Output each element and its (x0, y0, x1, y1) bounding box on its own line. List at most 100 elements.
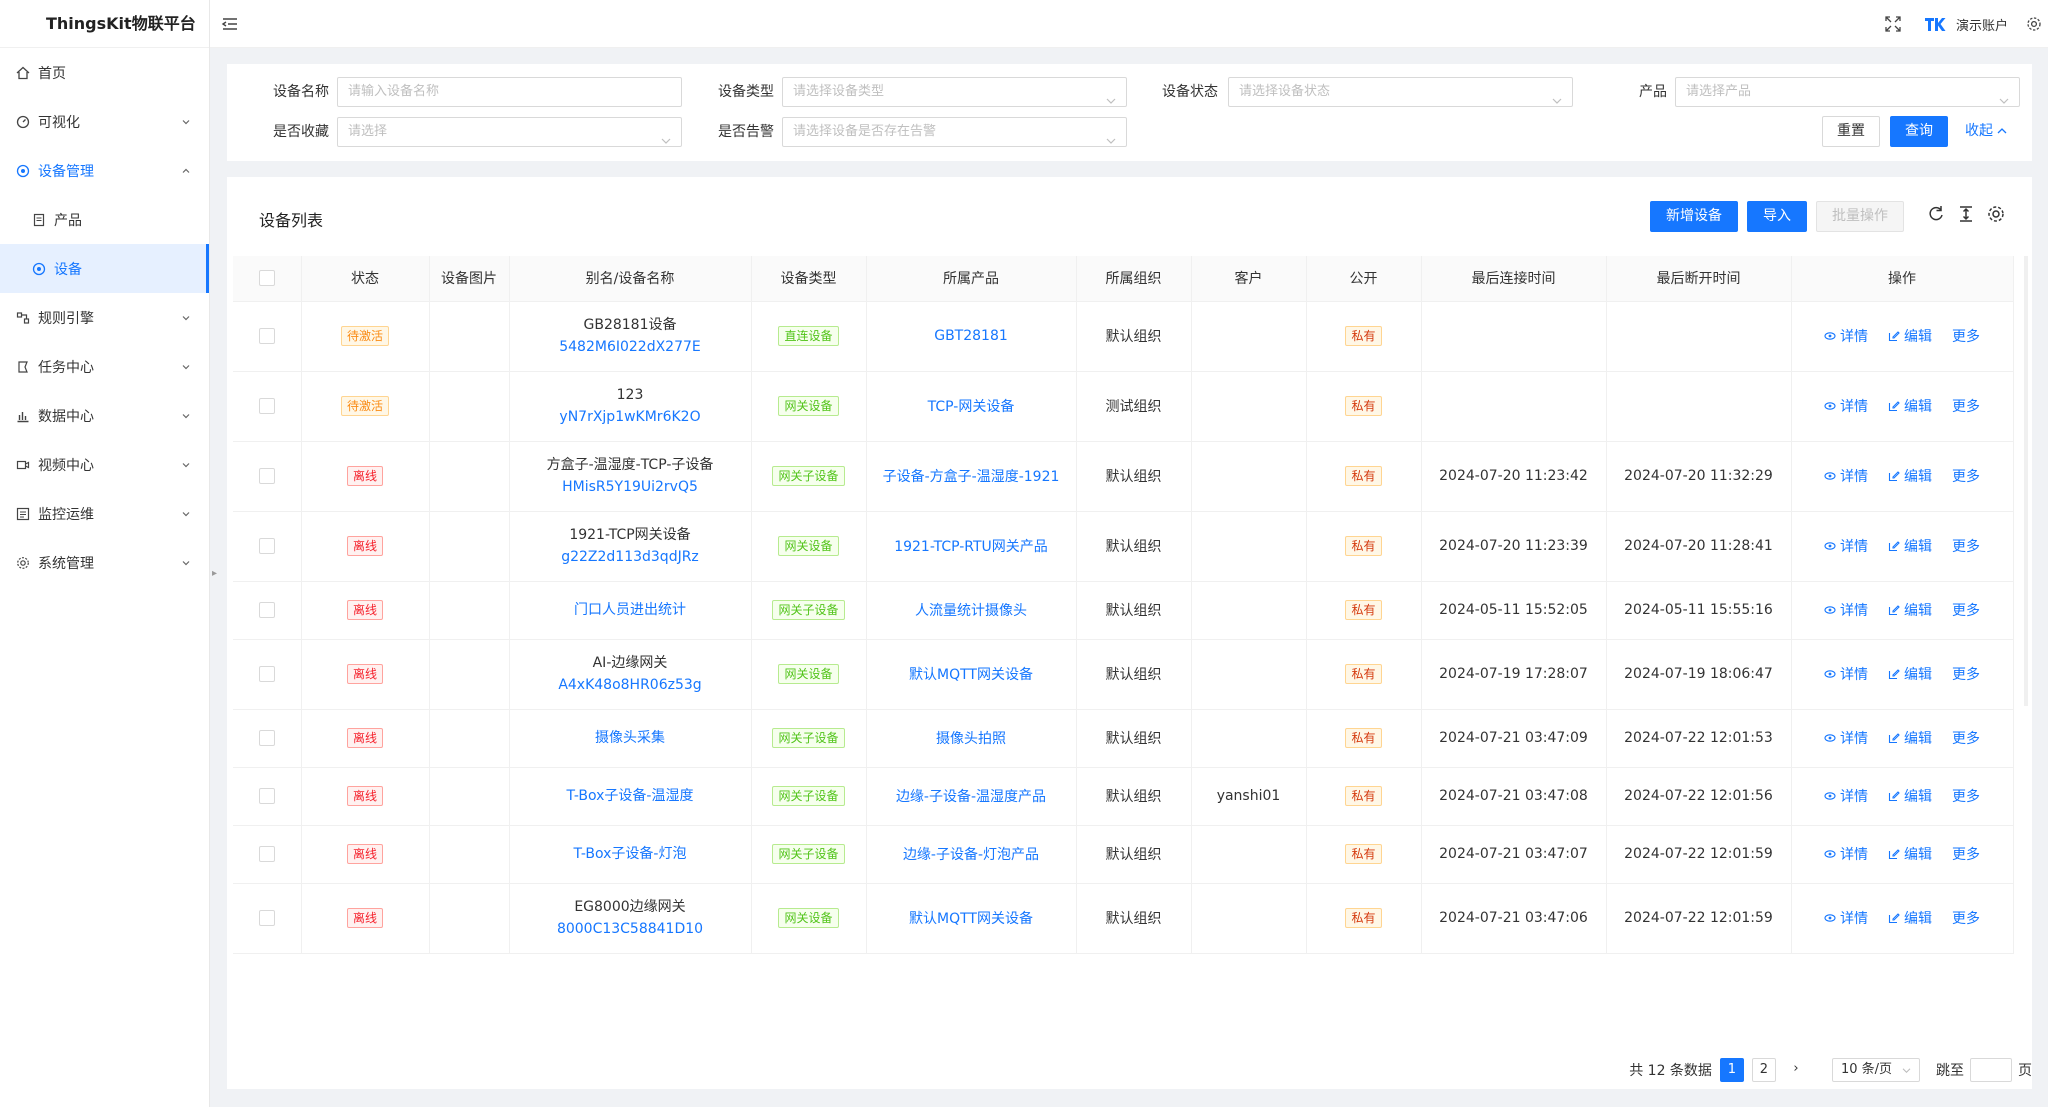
edit-button[interactable]: 编辑 (1888, 536, 1932, 556)
device-name-link[interactable]: T-Box子设备-温湿度 (510, 785, 751, 807)
device-name-link[interactable]: HMisR5Y19Ui2rvQ5 (510, 476, 751, 498)
sidebar-item-monitoring[interactable]: 监控运维 (0, 489, 209, 538)
device-name-link[interactable]: 摄像头采集 (510, 727, 751, 749)
edit-button[interactable]: 编辑 (1888, 396, 1932, 416)
sidebar-item-system-management[interactable]: 系统管理 (0, 538, 209, 587)
public-badge: 私有 (1345, 396, 1382, 416)
refresh-icon[interactable] (1926, 204, 1946, 224)
sidebar-item-product[interactable]: 产品 (0, 195, 209, 244)
row-checkbox[interactable] (258, 602, 275, 618)
sidebar-item-task-center[interactable]: 任务中心 (0, 342, 209, 391)
detail-button[interactable]: 详情 (1824, 664, 1868, 684)
device-name-link[interactable]: g22Z2d113d3qdJRz (510, 546, 751, 568)
product-link[interactable]: 边缘-子设备-温湿度产品 (896, 789, 1046, 805)
product-link[interactable]: 摄像头拍照 (936, 731, 1006, 747)
page-1-button[interactable]: 1 (1719, 1058, 1744, 1082)
edit-button[interactable]: 编辑 (1888, 908, 1932, 928)
fullscreen-icon[interactable] (1884, 15, 1902, 33)
more-button[interactable]: 更多 (1952, 664, 1980, 684)
product-link[interactable]: 人流量统计摄像头 (915, 603, 1027, 619)
detail-button[interactable]: 详情 (1824, 536, 1868, 556)
add-device-button[interactable]: 新增设备 (1650, 201, 1738, 232)
edit-button[interactable]: 编辑 (1888, 664, 1932, 684)
sidebar-item-rule-engine[interactable]: 规则引擎 (0, 293, 209, 342)
detail-button[interactable]: 详情 (1824, 600, 1868, 620)
device-name-link[interactable]: 8000C13C58841D10 (510, 918, 751, 940)
table-scrollbar[interactable] (2024, 256, 2028, 706)
product-link[interactable]: 子设备-方盒子-温湿度-1921 (883, 469, 1060, 485)
collapse-filter-link[interactable]: 收起 (1965, 116, 2007, 147)
device-name-link[interactable]: A4xK48o8HR06z53g (510, 674, 751, 696)
product-select[interactable]: 请选择产品 (1675, 77, 2020, 107)
edit-button[interactable]: 编辑 (1888, 326, 1932, 346)
product-link[interactable]: 1921-TCP-RTU网关产品 (894, 539, 1048, 555)
user-menu[interactable]: 演示账户 (1924, 15, 2008, 34)
row-checkbox[interactable] (258, 398, 275, 414)
query-button[interactable]: 查询 (1890, 116, 1948, 147)
row-checkbox[interactable] (258, 666, 275, 682)
row-checkbox[interactable] (258, 846, 275, 862)
device-status-select[interactable]: 请选择设备状态 (1228, 77, 1573, 107)
more-button[interactable]: 更多 (1952, 536, 1980, 556)
batch-operation-button[interactable]: 批量操作 (1816, 201, 1904, 232)
edit-button[interactable]: 编辑 (1888, 786, 1932, 806)
detail-button[interactable]: 详情 (1824, 908, 1868, 928)
select-all-checkbox[interactable] (258, 270, 275, 287)
product-link[interactable]: GBT28181 (934, 328, 1008, 344)
edit-button[interactable]: 编辑 (1888, 466, 1932, 486)
row-checkbox[interactable] (258, 468, 275, 484)
device-name-link[interactable]: T-Box子设备-灯泡 (510, 843, 751, 865)
more-button[interactable]: 更多 (1952, 728, 1980, 748)
next-page-icon[interactable]: › (1783, 1058, 1808, 1082)
row-checkbox[interactable] (258, 730, 275, 746)
more-button[interactable]: 更多 (1952, 326, 1980, 346)
menu-fold-icon[interactable] (221, 15, 239, 33)
edit-button[interactable]: 编辑 (1888, 600, 1932, 620)
more-button[interactable]: 更多 (1952, 466, 1980, 486)
detail-button[interactable]: 详情 (1824, 326, 1868, 346)
detail-button[interactable]: 详情 (1824, 844, 1868, 864)
favorite-select[interactable]: 请选择 (337, 117, 682, 147)
product-link[interactable]: TCP-网关设备 (928, 399, 1015, 415)
product-link[interactable]: 默认MQTT网关设备 (909, 911, 1033, 927)
customer-cell (1191, 511, 1307, 582)
device-name-link[interactable]: 门口人员进出统计 (510, 599, 751, 621)
settings-icon[interactable] (1986, 204, 2006, 224)
sidebar-item-device-management[interactable]: 设备管理 (0, 146, 209, 195)
device-name-link[interactable]: 5482M6I022dX277E (510, 336, 751, 358)
sidebar-item-visualization[interactable]: 可视化 (0, 97, 209, 146)
sidebar-item-home[interactable]: 首页 (0, 48, 209, 97)
jump-page-input[interactable] (1970, 1058, 2012, 1082)
import-button[interactable]: 导入 (1747, 201, 1807, 232)
device-name-link[interactable]: yN7rXjp1wKMr6K2O (510, 406, 751, 428)
device-name-input[interactable]: 请输入设备名称 (337, 77, 682, 107)
page-size-select[interactable]: 10 条/页 (1831, 1058, 1920, 1082)
sidebar-item-data-center[interactable]: 数据中心 (0, 391, 209, 440)
edit-button[interactable]: 编辑 (1888, 844, 1932, 864)
row-checkbox[interactable] (258, 788, 275, 804)
alarm-select[interactable]: 请选择设备是否存在告警 (782, 117, 1127, 147)
column-height-icon[interactable] (1956, 204, 1976, 224)
detail-button[interactable]: 详情 (1824, 466, 1868, 486)
gear-icon[interactable] (2026, 16, 2042, 32)
more-button[interactable]: 更多 (1952, 844, 1980, 864)
sidebar-item-device[interactable]: 设备 (0, 244, 209, 293)
more-button[interactable]: 更多 (1952, 908, 1980, 928)
detail-button[interactable]: 详情 (1824, 728, 1868, 748)
row-checkbox[interactable] (258, 538, 275, 554)
product-link[interactable]: 默认MQTT网关设备 (909, 667, 1033, 683)
detail-button[interactable]: 详情 (1824, 396, 1868, 416)
more-button[interactable]: 更多 (1952, 786, 1980, 806)
row-checkbox[interactable] (258, 910, 275, 926)
row-checkbox[interactable] (258, 328, 275, 344)
product-link[interactable]: 边缘-子设备-灯泡产品 (903, 847, 1039, 863)
detail-button[interactable]: 详情 (1824, 786, 1868, 806)
device-type-select[interactable]: 请选择设备类型 (782, 77, 1127, 107)
sidebar-item-video-center[interactable]: 视频中心 (0, 440, 209, 489)
more-button[interactable]: 更多 (1952, 396, 1980, 416)
edit-button[interactable]: 编辑 (1888, 728, 1932, 748)
more-button[interactable]: 更多 (1952, 600, 1980, 620)
reset-button[interactable]: 重置 (1822, 116, 1880, 147)
sidebar-collapse-handle-icon[interactable]: ▸ (212, 568, 217, 579)
page-2-button[interactable]: 2 (1751, 1058, 1776, 1082)
